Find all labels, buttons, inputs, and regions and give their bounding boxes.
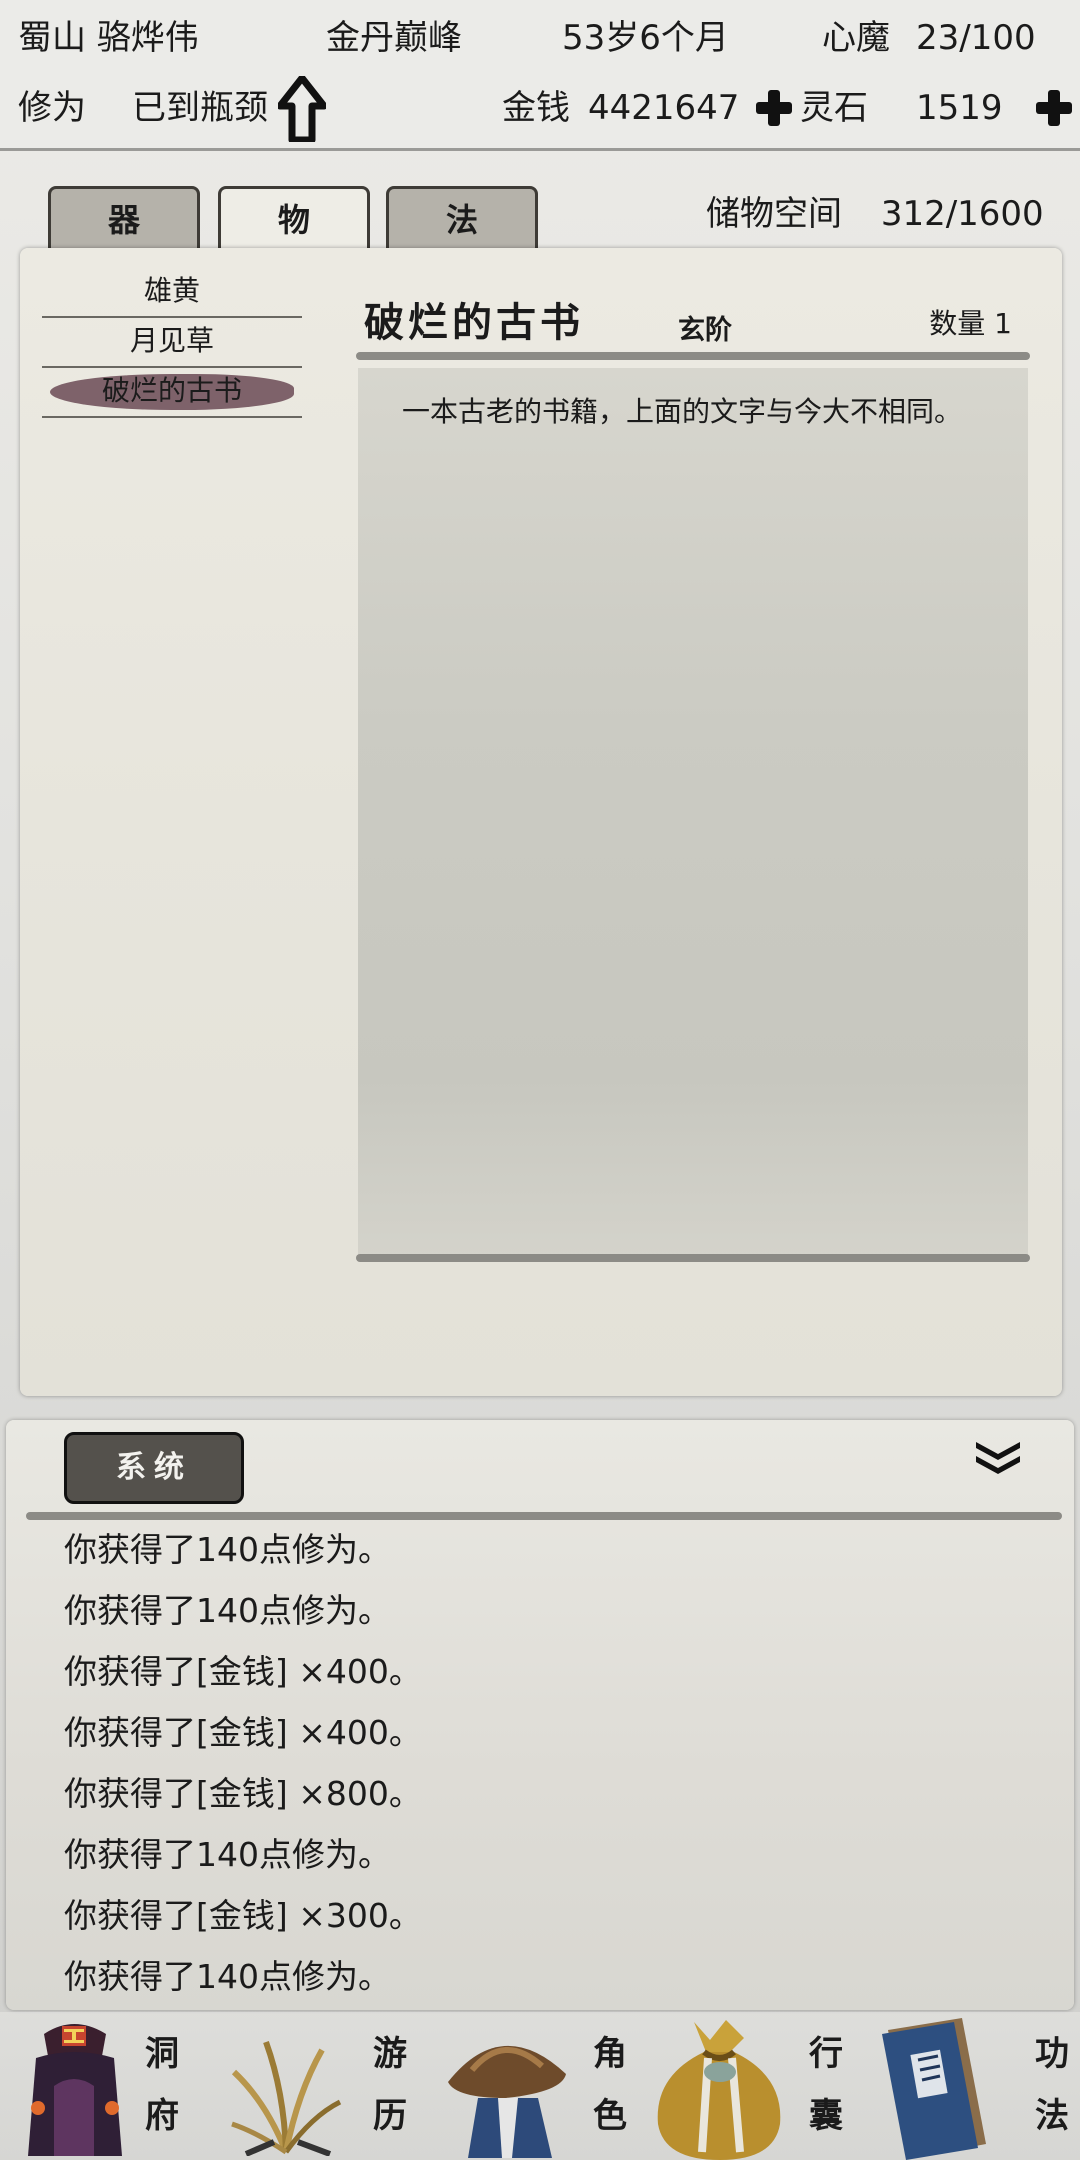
nav-techniques[interactable]: 功 法 [864, 2012, 1080, 2160]
realm-label: 金丹巅峰 [326, 18, 462, 58]
nav-label: 府 [145, 2096, 179, 2136]
divider [356, 1254, 1030, 1262]
spirit-stone-value: 1519 [916, 88, 1003, 128]
nav-character[interactable]: 角 色 [432, 2012, 648, 2160]
nav-label: 行 [809, 2034, 843, 2074]
tab-system[interactable]: 系统 [64, 1432, 244, 1504]
nav-label: 功 [1035, 2034, 1069, 2074]
nav-cave-dwelling[interactable]: 洞 府 [0, 2012, 216, 2160]
heart-demon-value: 23/100 [916, 18, 1036, 58]
nav-label: 历 [373, 2096, 407, 2136]
item-description: 一本古老的书籍，上面的文字与今大不相同。 [402, 395, 963, 428]
nav-label: 囊 [809, 2096, 843, 2136]
add-spirit-stone-icon[interactable] [1034, 88, 1074, 128]
log-line: 你获得了[金钱] ×400。 [64, 1652, 422, 1691]
list-item-selected[interactable]: 破烂的古书 [42, 368, 302, 418]
item-name: 破烂的古书 [101, 374, 242, 407]
item-name: 月见草 [129, 324, 214, 357]
storage-label: 储物空间 [706, 194, 842, 234]
log-line: 你获得了140点修为。 [64, 1835, 391, 1874]
storage-capacity: 储物空间 312/1600 [706, 186, 1044, 235]
item-panel: 雄黄 月见草 破烂的古书 破烂的古书 玄阶 数量 1 一本古老的书籍，上面的文字… [20, 248, 1062, 1396]
nav-label: 法 [1035, 2096, 1069, 2136]
log-line: 你获得了[金钱] ×800。 [64, 1774, 422, 1813]
log-line: 你获得了140点修为。 [64, 1957, 391, 1996]
money-value: 4421647 [588, 88, 740, 128]
log-line: 你获得了[金钱] ×300。 [64, 1896, 422, 1935]
character-hat-icon [448, 2045, 566, 2158]
bag-icon [657, 2020, 781, 2160]
nav-bag[interactable]: 行 囊 [648, 2012, 864, 2160]
storage-value: 312/1600 [880, 194, 1044, 234]
nav-travel[interactable]: 游 历 [216, 2012, 432, 2160]
item-detail-title: 破烂的古书 [364, 299, 584, 346]
nav-label: 游 [373, 2034, 407, 2074]
log-line: 你获得了140点修为。 [64, 1591, 391, 1630]
add-money-icon[interactable] [754, 88, 794, 128]
nav-label: 角 [593, 2034, 627, 2074]
breakthrough-arrow-icon[interactable] [278, 76, 326, 142]
divider [356, 352, 1030, 360]
collapse-chevron-icon[interactable] [974, 1438, 1022, 1478]
list-item[interactable]: 月见草 [42, 318, 302, 368]
spirit-stone-label: 灵石 [800, 88, 868, 128]
technique-book-icon [882, 2018, 986, 2160]
list-item[interactable]: 雄黄 [42, 268, 302, 318]
description-area: 一本古老的书籍，上面的文字与今大不相同。 [358, 368, 1028, 1258]
cultivation-label: 修为 [18, 88, 86, 128]
heart-demon-label: 心魔 [822, 18, 890, 58]
bottom-navigation: 洞 府 游 历 角 色 行 囊 功 法 [0, 2012, 1080, 2160]
travel-grass-icon [231, 2040, 342, 2156]
item-quantity: 数量 1 [929, 307, 1012, 340]
log-line: 你获得了[金钱] ×400。 [64, 1713, 422, 1752]
item-name: 雄黄 [143, 274, 200, 307]
status-bar: 蜀山 骆烨伟 金丹巅峰 53岁6个月 心魔 23/100 修为 已到瓶颈 金钱 … [0, 0, 1080, 151]
nav-label: 色 [593, 2096, 627, 2136]
item-grade: 玄阶 [678, 315, 732, 346]
age-label: 53岁6个月 [562, 18, 729, 58]
cultivation-status: 已到瓶颈 [132, 88, 268, 128]
tab-items[interactable]: 物 [218, 186, 370, 250]
message-log-panel: 系统 你获得了140点修为。 你获得了140点修为。 你获得了[金钱] ×400… [6, 1420, 1074, 2010]
tab-equipment[interactable]: 器 [48, 186, 200, 250]
divider [26, 1512, 1062, 1520]
player-name: 蜀山 骆烨伟 [18, 18, 199, 58]
cave-dwelling-icon [28, 2024, 122, 2156]
nav-label: 洞 [145, 2034, 179, 2074]
tab-techniques[interactable]: 法 [386, 186, 538, 250]
money-label: 金钱 [502, 88, 570, 128]
log-line: 你获得了140点修为。 [64, 1530, 391, 1569]
